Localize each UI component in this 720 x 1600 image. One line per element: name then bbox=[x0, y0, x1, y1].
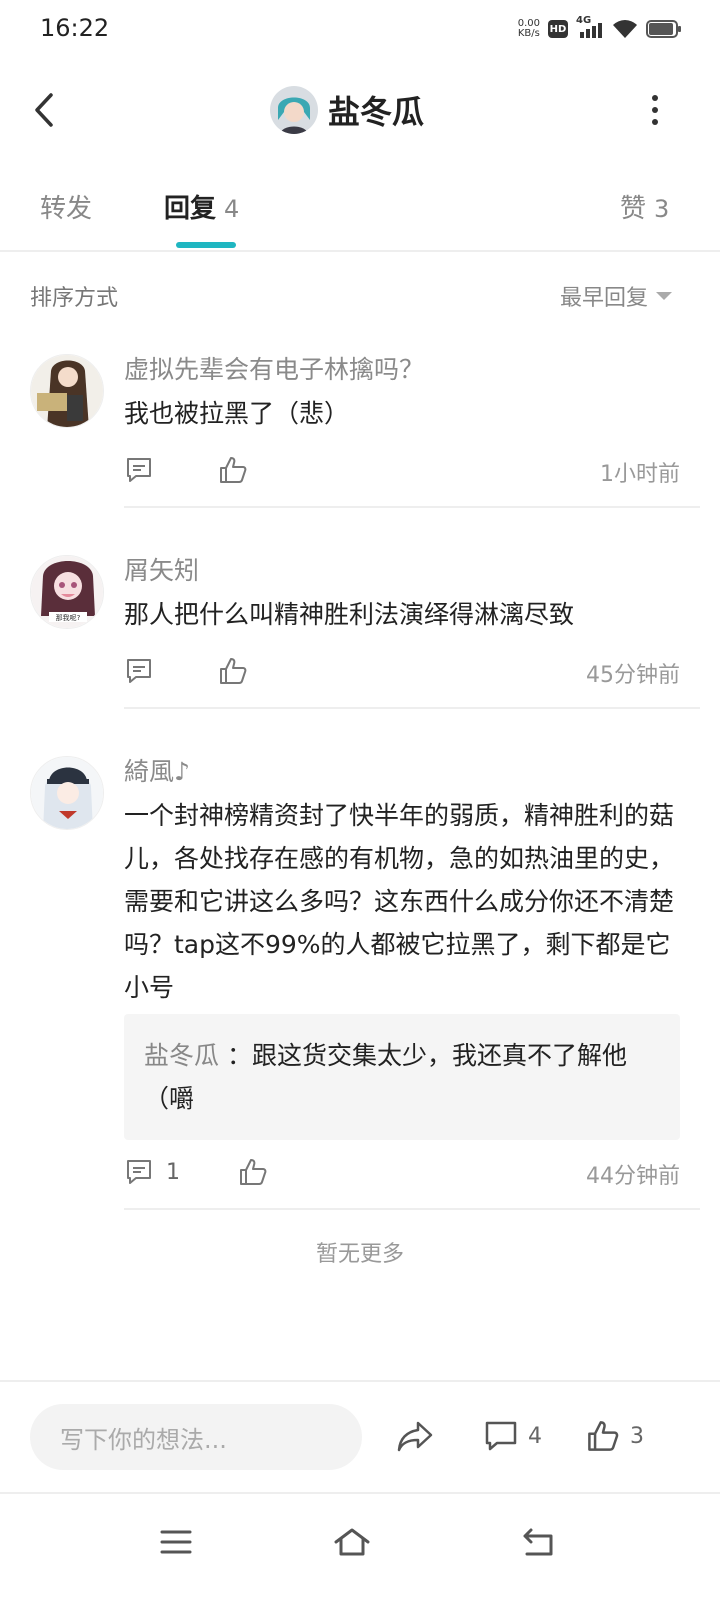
comment-actions: 45分钟前 bbox=[124, 651, 680, 691]
tab-count: 3 bbox=[654, 195, 670, 223]
reply-icon bbox=[127, 659, 151, 683]
avatar[interactable] bbox=[30, 756, 104, 830]
reply-count: 1 bbox=[166, 1159, 180, 1185]
caret-down-icon bbox=[656, 292, 672, 300]
network-speed: 0.00 KB/s bbox=[518, 19, 540, 39]
comment-author[interactable]: 綺風♪ bbox=[124, 752, 190, 788]
like-total-button[interactable]: 3 bbox=[586, 1414, 644, 1458]
header: 盐冬瓜 bbox=[0, 70, 720, 150]
thumbs-up-icon bbox=[220, 658, 247, 684]
sort-dropdown[interactable]: 最早回复 bbox=[560, 280, 672, 312]
tab-label: 回复 bbox=[164, 194, 217, 224]
comment-time: 1小时前 bbox=[600, 462, 680, 487]
avatar[interactable]: 那我呢? bbox=[30, 555, 104, 629]
network-speed-unit: KB/s bbox=[517, 28, 540, 39]
reply-button[interactable]: 1 bbox=[124, 1152, 180, 1192]
home-nav-button[interactable] bbox=[322, 1512, 382, 1572]
share-button[interactable] bbox=[396, 1414, 434, 1458]
tab-label: 转发 bbox=[40, 194, 93, 224]
divider bbox=[124, 506, 700, 508]
page-title: 盐冬瓜 bbox=[328, 93, 425, 131]
wifi-icon bbox=[613, 20, 637, 38]
avatar[interactable] bbox=[30, 354, 104, 428]
comment-author[interactable]: 虚拟先辈会有电子林擒吗？ bbox=[124, 350, 424, 386]
status-time: 16:22 bbox=[40, 14, 110, 42]
status-icons: 0.00 KB/s HD 4G bbox=[518, 14, 682, 44]
network-type-label: 4G bbox=[576, 15, 592, 26]
thumbs-up-icon bbox=[220, 457, 247, 483]
reply-button[interactable] bbox=[124, 651, 154, 691]
comment-input[interactable]: 写下你的想法... bbox=[30, 1404, 362, 1470]
thumbs-up-icon bbox=[588, 1421, 619, 1451]
reply-icon bbox=[127, 458, 151, 482]
battery-icon bbox=[646, 20, 681, 38]
title-area: 盐冬瓜 bbox=[270, 84, 424, 136]
status-bar: 16:22 0.00 KB/s HD 4G bbox=[0, 0, 720, 60]
comment-time: 45分钟前 bbox=[586, 663, 680, 688]
comments-button[interactable]: 4 bbox=[484, 1414, 542, 1458]
signal-icon: 4G bbox=[576, 15, 604, 40]
comment-text: 一个封神榜精资封了快半年的弱质，精神胜利的菇儿，各处找存在感的有机物，急的如热油… bbox=[124, 801, 675, 1002]
sort-label: 排序方式 bbox=[30, 286, 119, 311]
like-button[interactable] bbox=[218, 450, 248, 490]
tab-bar: 转发 回复 4 赞 3 bbox=[0, 176, 720, 252]
back-button[interactable] bbox=[22, 88, 66, 132]
thumbs-up-icon bbox=[240, 1159, 267, 1185]
svg-text:那我呢?: 那我呢? bbox=[56, 613, 81, 622]
sort-row: 排序方式 最早回复 bbox=[0, 270, 720, 320]
comment-icon bbox=[485, 1421, 517, 1451]
divider bbox=[124, 1208, 700, 1210]
no-more-label: 暂无更多 bbox=[315, 1242, 404, 1267]
comment-time: 44分钟前 bbox=[586, 1164, 680, 1189]
chevron-left-icon bbox=[35, 93, 53, 127]
quote-author[interactable]: 盐冬瓜 bbox=[144, 1041, 219, 1070]
reply-icon bbox=[127, 1160, 151, 1184]
tab-label: 赞 bbox=[620, 194, 647, 224]
back-arrow-icon bbox=[523, 1528, 553, 1556]
user-avatar[interactable] bbox=[270, 86, 318, 134]
tab-likes[interactable]: 赞 3 bbox=[620, 188, 669, 225]
comment-actions: 1小时前 bbox=[124, 450, 680, 490]
system-nav-bar bbox=[0, 1492, 720, 1600]
back-nav-button[interactable] bbox=[508, 1512, 568, 1572]
comment-text: 那人把什么叫精神胜利法演绎得淋漓尽致 bbox=[124, 600, 575, 629]
menu-nav-button[interactable] bbox=[146, 1512, 206, 1572]
comment-actions: 1 44分钟前 bbox=[124, 1152, 680, 1192]
tab-replies[interactable]: 回复 4 bbox=[164, 188, 239, 225]
tab-repost[interactable]: 转发 bbox=[40, 188, 92, 225]
comment-text: 我也被拉黑了（悲） bbox=[124, 399, 350, 428]
comment-count: 4 bbox=[528, 1423, 542, 1449]
sort-value: 最早回复 bbox=[559, 286, 648, 311]
menu-icon bbox=[160, 1530, 192, 1554]
hd-icon: HD bbox=[548, 20, 568, 38]
home-icon bbox=[334, 1528, 370, 1556]
divider bbox=[124, 707, 700, 709]
bottom-action-bar: 写下你的想法... 4 3 bbox=[0, 1380, 720, 1490]
more-options-icon[interactable] bbox=[640, 88, 670, 132]
active-tab-indicator bbox=[176, 242, 236, 248]
reply-quote[interactable]: 盐冬瓜 ：跟这货交集太少，我还真不了解他（嚼 bbox=[124, 1014, 680, 1140]
like-button[interactable] bbox=[238, 1152, 268, 1192]
like-button[interactable] bbox=[218, 651, 248, 691]
tab-count: 4 bbox=[224, 195, 240, 223]
share-icon bbox=[397, 1421, 433, 1452]
like-count: 3 bbox=[630, 1423, 644, 1449]
comment-author[interactable]: 屑矢矧 bbox=[124, 551, 199, 587]
reply-button[interactable] bbox=[124, 450, 154, 490]
